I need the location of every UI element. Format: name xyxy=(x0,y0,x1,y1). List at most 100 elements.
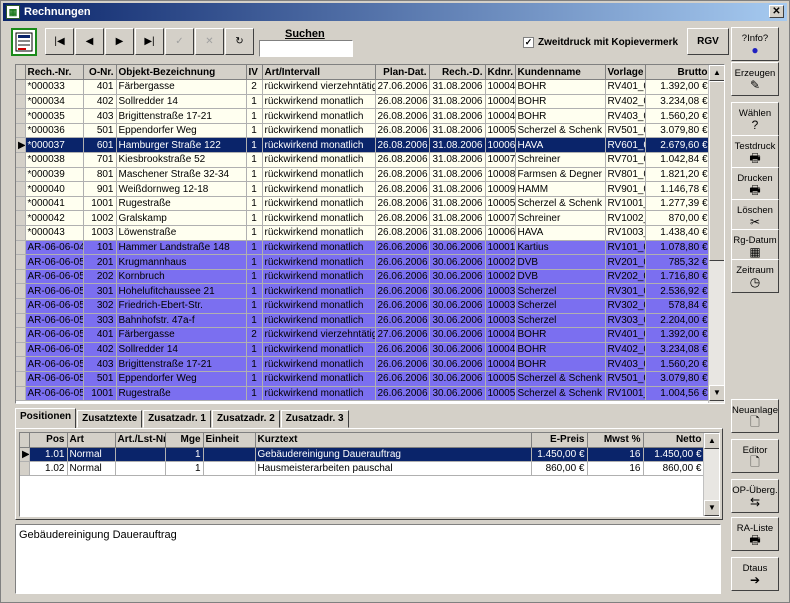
table-cell[interactable]: Färbergasse xyxy=(116,327,247,343)
table-cell[interactable]: 202 xyxy=(83,269,117,285)
table-cell[interactable]: 2.204,00 € xyxy=(645,313,711,329)
table-cell[interactable]: 10004 xyxy=(485,342,516,358)
table-row[interactable]: *000042 1002 Gralskamp 1 rückwirkend monatli… xyxy=(16,210,711,227)
action-button-5[interactable]: Löschen ✂ xyxy=(731,199,779,233)
table-cell[interactable]: 1 xyxy=(246,283,263,299)
row-indicator[interactable] xyxy=(20,461,30,476)
table-cell[interactable]: RV402_0 xyxy=(605,94,646,110)
row-indicator[interactable] xyxy=(16,108,26,124)
row-indicator[interactable] xyxy=(16,298,26,314)
row-indicator[interactable] xyxy=(16,386,26,402)
pos-column-header[interactable]: Kurztext xyxy=(255,433,532,448)
table-cell[interactable]: HAMM xyxy=(515,181,606,197)
action-button-8[interactable]: Neuanlage 🗋 xyxy=(731,399,779,433)
table-cell[interactable]: rückwirkend vierzehntätig xyxy=(262,79,376,95)
position-cell[interactable]: 16 xyxy=(587,447,644,462)
table-cell[interactable]: 578,84 € xyxy=(645,298,711,314)
tab-1[interactable]: Zusatztexte xyxy=(77,410,143,428)
table-cell[interactable]: RV901_0 xyxy=(605,181,646,197)
table-cell[interactable]: 30.06.2006 xyxy=(429,327,486,343)
position-cell[interactable]: 1.450,00 € xyxy=(531,447,588,462)
table-cell[interactable]: 2.536,92 € xyxy=(645,283,711,299)
table-cell[interactable]: 26.08.2006 xyxy=(375,108,430,124)
table-cell[interactable]: 1 xyxy=(246,137,263,154)
table-cell[interactable]: BOHR xyxy=(515,94,606,110)
positions-grid[interactable]: Pos Art Art./Lst-Nr Mge Einheit Kurztext E-Pre… xyxy=(19,432,720,517)
tab-2[interactable]: Zusatzadr. 1 xyxy=(143,410,211,428)
column-header[interactable]: Rech.-Nr. xyxy=(25,65,84,81)
table-cell[interactable]: Scherzel xyxy=(515,313,606,329)
table-row[interactable]: *000040 901 Weißdornweg 12-18 1 rückwirkend … xyxy=(16,181,711,197)
table-cell[interactable]: 26.08.2006 xyxy=(375,94,430,110)
table-row[interactable]: *000034 402 Sollredder 14 1 rückwirkend mona… xyxy=(16,94,711,110)
table-cell[interactable]: Scherzel & Schenk xyxy=(515,123,606,139)
table-cell[interactable]: *000037 xyxy=(25,137,84,154)
table-row[interactable]: AR-06-06-050202Kornbruch1rückwirkend mon… xyxy=(16,269,711,285)
table-cell[interactable]: 31.08.2006 xyxy=(429,167,486,183)
table-cell[interactable]: 1.560,20 € xyxy=(645,108,711,124)
table-row[interactable]: ▶ *000037 601 Hamburger Straße 122 1 rückwirk… xyxy=(16,137,711,154)
table-cell[interactable]: 10004 xyxy=(485,79,516,95)
table-cell[interactable]: RV403_0 xyxy=(605,108,646,124)
table-cell[interactable]: RV801_0 xyxy=(605,167,646,183)
table-cell[interactable]: 10001 xyxy=(485,240,516,256)
table-row[interactable]: AR-06-06-050402Sollredder 141rückwirkend… xyxy=(16,342,711,358)
table-cell[interactable]: 1.560,20 € xyxy=(645,356,711,372)
position-cell[interactable]: Normal xyxy=(67,461,116,476)
table-cell[interactable]: AR-06-06-051 xyxy=(25,386,84,402)
column-header[interactable]: O-Nr. xyxy=(83,65,117,81)
table-cell[interactable]: 2 xyxy=(246,327,263,343)
table-row[interactable]: AR-06-06-050403Brigittenstraße 17-211rüc… xyxy=(16,356,711,372)
table-cell[interactable]: 26.06.2006 xyxy=(375,356,430,372)
table-row[interactable]: AR-06-06-050301Hohelufitchaussee 211rück… xyxy=(16,283,711,299)
table-cell[interactable]: BOHR xyxy=(515,327,606,343)
table-row[interactable]: *000033 401 Färbergasse 2 rückwirkend vierze… xyxy=(16,79,711,95)
position-cell[interactable]: 1 xyxy=(165,461,204,476)
row-indicator[interactable] xyxy=(16,240,26,256)
table-cell[interactable]: 30.06.2006 xyxy=(429,269,486,285)
table-cell[interactable]: 2 xyxy=(246,79,263,95)
table-cell[interactable]: 601 xyxy=(83,137,117,154)
action-button-7[interactable]: Zeitraum ◷ xyxy=(731,259,779,293)
row-indicator[interactable] xyxy=(16,254,26,270)
table-cell[interactable]: 31.08.2006 xyxy=(429,79,486,95)
table-cell[interactable]: 31.08.2006 xyxy=(429,123,486,139)
table-cell[interactable]: DVB xyxy=(515,254,606,270)
table-cell[interactable]: 26.06.2006 xyxy=(375,269,430,285)
table-cell[interactable]: RV1001_0 xyxy=(605,196,646,212)
table-cell[interactable]: 1 xyxy=(246,254,263,270)
table-cell[interactable]: 10003 xyxy=(485,313,516,329)
zweitdruck-checkbox[interactable]: ✓ Zweitdruck mit Kopievermerk xyxy=(523,37,678,48)
table-row[interactable]: AR-06-06-050501Eppendorfer Weg1rückwirke… xyxy=(16,371,711,387)
table-cell[interactable]: rückwirkend monatlich xyxy=(262,94,376,110)
table-cell[interactable]: Krugmannhaus xyxy=(116,254,247,270)
table-row[interactable]: AR-06-06-050401Färbergasse2rückwirkend v… xyxy=(16,327,711,343)
table-row[interactable]: AR-06-06-049101Hammer Landstraße 1481rüc… xyxy=(16,240,711,256)
table-cell[interactable]: HAVA xyxy=(515,225,606,241)
column-header[interactable]: Brutto xyxy=(645,65,711,81)
table-cell[interactable]: AR-06-06-050 xyxy=(25,269,84,285)
table-row[interactable]: AR-06-06-050302Friedrich-Ebert-Str.1rück… xyxy=(16,298,711,314)
scroll-down-button[interactable]: ▼ xyxy=(709,385,724,401)
pos-column-header[interactable]: Art./Lst-Nr xyxy=(115,433,166,448)
table-row[interactable]: AR-06-06-0511001Rugestraße1rückwirkend m… xyxy=(16,386,711,402)
record-icon[interactable] xyxy=(11,28,37,56)
table-cell[interactable]: AR-06-06-050 xyxy=(25,283,84,299)
confirm-button[interactable]: ✓ xyxy=(165,28,194,55)
table-cell[interactable]: 1 xyxy=(246,298,263,314)
table-cell[interactable]: 401 xyxy=(83,327,117,343)
position-cell[interactable]: Gebäudereinigung Dauerauftrag xyxy=(255,447,532,462)
table-row[interactable]: *000035 403 Brigittenstraße 17-21 1 rückwirk… xyxy=(16,108,711,124)
row-indicator[interactable] xyxy=(16,269,26,285)
table-cell[interactable]: 402 xyxy=(83,342,117,358)
table-cell[interactable]: AR-06-06-050 xyxy=(25,313,84,329)
close-button[interactable]: ✕ xyxy=(769,5,784,18)
table-cell[interactable]: Scherzel xyxy=(515,283,606,299)
pos-column-header[interactable]: Pos xyxy=(29,433,68,448)
position-cell[interactable]: 1.02 xyxy=(29,461,68,476)
action-button-6[interactable]: Rg-Datum ▦ xyxy=(731,229,779,263)
row-indicator[interactable] xyxy=(16,210,26,227)
table-cell[interactable]: rückwirkend monatlich xyxy=(262,181,376,197)
table-cell[interactable]: RV302_0 xyxy=(605,298,646,314)
action-button-9[interactable]: Editor 🗋 xyxy=(731,439,779,473)
